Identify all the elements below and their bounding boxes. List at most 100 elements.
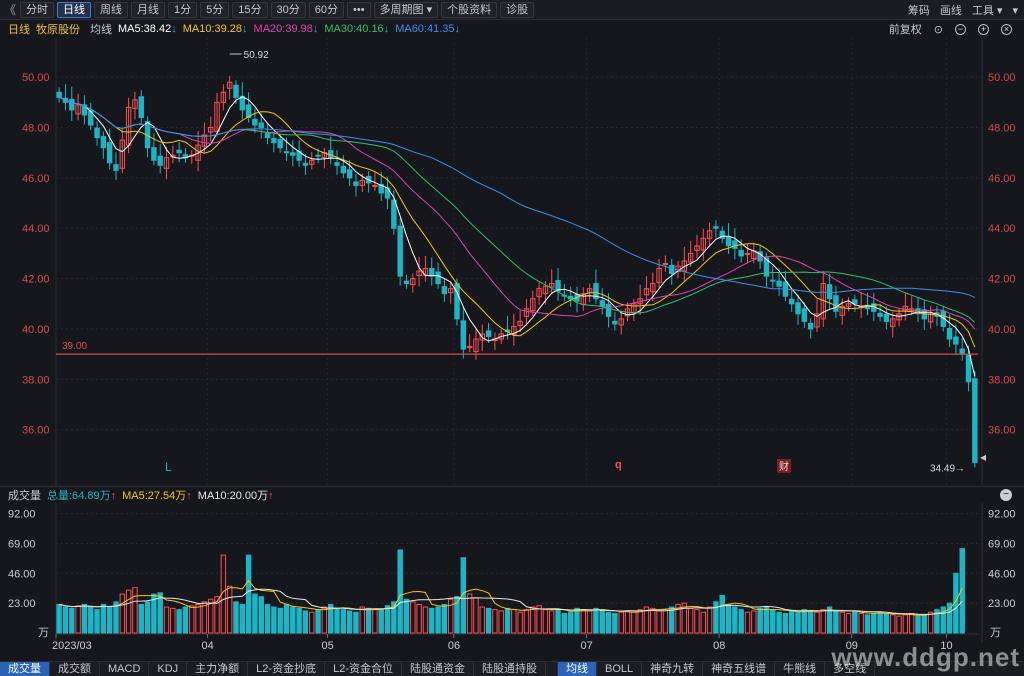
stock-chart-app: { "toolbar": { "back": "《", "periods": [… (0, 0, 1024, 676)
tab-indicator-6[interactable]: L2-资金合位 (325, 662, 402, 676)
tab-overlay-3[interactable]: 神奇五线谱 (703, 662, 776, 676)
tab-overlay-2[interactable]: 神奇九转 (642, 662, 704, 676)
date-axis-label: 05 (322, 640, 334, 652)
price-chart[interactable]: 50.00 50.00 48.00 48.00 46.00 46.00 44.00 44.00… (0, 38, 1024, 486)
tab-indicator-8[interactable]: 陆股通持股 (474, 662, 546, 676)
volume-bar-up (624, 610, 631, 634)
volume-ma5: MA5:27.54万↑ (122, 489, 192, 502)
date-axis-label: 2023/03 (52, 640, 92, 652)
price-axis-label-right: 38.00 (988, 374, 1016, 386)
candle-down (138, 96, 144, 118)
collapse-icon[interactable]: − (1000, 489, 1012, 501)
tab-indicator-2[interactable]: MACD (100, 662, 150, 676)
candle-down (669, 264, 675, 275)
watermark: www.ddgp.net (831, 642, 1020, 672)
candle-down (807, 322, 814, 330)
volume-bar-up (517, 611, 523, 634)
volume-bar-down (877, 611, 883, 634)
volume-bar-up (132, 587, 138, 634)
multi-period-button[interactable]: 多周期图 ▾ (373, 1, 439, 18)
stock-info-button[interactable]: 个股资料 (441, 1, 498, 18)
volume-bar-down (669, 606, 675, 634)
price-axis-label-right: 40.00 (988, 324, 1016, 336)
volume-bar-down (864, 614, 871, 634)
adjust-button[interactable]: 前复权 (889, 21, 922, 37)
candle-down (157, 155, 163, 166)
avg-label[interactable]: 均线 (90, 21, 112, 37)
candle-down (826, 284, 833, 300)
tab-indicator-7[interactable]: 陆股通资金 (402, 662, 474, 676)
candle-down (946, 327, 953, 340)
tab-indicator-0[interactable]: 成交量 (0, 662, 50, 676)
volume-bar-down (245, 554, 252, 634)
volume-title[interactable]: 成交量 (8, 487, 41, 503)
candle-down (883, 313, 890, 322)
period-button-4[interactable]: 1分 (168, 1, 198, 18)
tab-indicator-5[interactable]: L2-资金抄底 (248, 662, 326, 676)
volume-bar-down (176, 609, 182, 634)
draw-line-button[interactable]: 画线 (940, 2, 962, 18)
volume-bar-up (706, 606, 713, 634)
price-axis-label-left: 48.00 (22, 123, 50, 135)
period-button-3[interactable]: 月线 (131, 1, 165, 18)
period-button-0[interactable]: 分时 (20, 1, 54, 18)
price-plot-area (56, 38, 978, 486)
candle-down (252, 118, 258, 126)
cursor-arrow-icon (980, 454, 986, 461)
tab-overlay-0[interactable]: 均线 (557, 662, 597, 676)
volume-bar-up (700, 611, 707, 634)
candle-up (466, 346, 473, 349)
zoom-in-icon[interactable]: + (978, 23, 989, 35)
volume-bar-up (908, 613, 915, 634)
period-button-1[interactable]: 日线 (57, 1, 91, 18)
candle-down (277, 139, 283, 149)
tab-overlay-1[interactable]: BOLL (597, 662, 643, 676)
volume-bar-down (776, 611, 782, 634)
tab-indicator-4[interactable]: 主力净额 (187, 662, 249, 676)
stock-name[interactable]: 牧原股份 (36, 21, 80, 37)
period-button-8[interactable]: 60分 (308, 1, 344, 18)
chip-button[interactable]: 筹码 (908, 2, 930, 18)
tab-overlay-4[interactable]: 牛熊线 (775, 662, 826, 676)
volume-bar-down (296, 607, 302, 634)
tab-indicator-3[interactable]: KDJ (149, 662, 188, 676)
tab-indicator-1[interactable]: 成交额 (50, 662, 100, 676)
period-button-7[interactable]: 30分 (270, 1, 306, 18)
volume-bar-down (56, 603, 62, 634)
volume-bar-up (694, 609, 700, 634)
lock-icon[interactable]: ⊙ (934, 23, 943, 36)
volume-bar-up (839, 611, 845, 634)
support-line-label: 39.00 (62, 341, 87, 352)
candle-down (151, 147, 157, 161)
volume-bar-down (62, 606, 69, 634)
price-axis-label-right: 46.00 (988, 173, 1016, 185)
more-button[interactable]: ••• (347, 1, 371, 18)
volume-bar-up (309, 611, 315, 634)
volume-bar-down (346, 610, 353, 634)
price-axis-label-right: 42.00 (988, 274, 1016, 286)
candle-up (372, 184, 378, 187)
period-button-6[interactable]: 15分 (232, 1, 268, 18)
volume-bar-up (927, 611, 934, 634)
pin-icon[interactable]: ▾ (1012, 4, 1018, 17)
close-icon[interactable]: × (1001, 23, 1012, 35)
volume-bar-up (580, 609, 587, 634)
period-button-5[interactable]: 5分 (200, 1, 230, 18)
volume-bar-down (138, 603, 144, 634)
volume-chart[interactable]: 92.00 92.00 69.00 69.00 46.00 46.00 23.00 23.00… (0, 503, 1024, 661)
candle-down (258, 122, 264, 129)
price-axis-label-right: 48.00 (988, 123, 1016, 135)
volume-bar-up (372, 609, 378, 634)
tools-button[interactable]: 工具 ▾ (972, 2, 1003, 18)
volume-bar-up (820, 609, 826, 634)
volume-bar-down (871, 613, 877, 634)
volume-bar-up (479, 606, 485, 634)
volume-bar-up (170, 607, 176, 634)
volume-bar-down (883, 613, 890, 634)
price-axis-label-left: 38.00 (22, 374, 50, 386)
zoom-out-icon[interactable]: − (955, 23, 966, 35)
back-icon[interactable]: 《 (0, 1, 20, 18)
diagnose-button[interactable]: 诊股 (500, 1, 535, 18)
volume-bar-up (687, 607, 694, 634)
period-button-2[interactable]: 周线 (94, 1, 128, 18)
